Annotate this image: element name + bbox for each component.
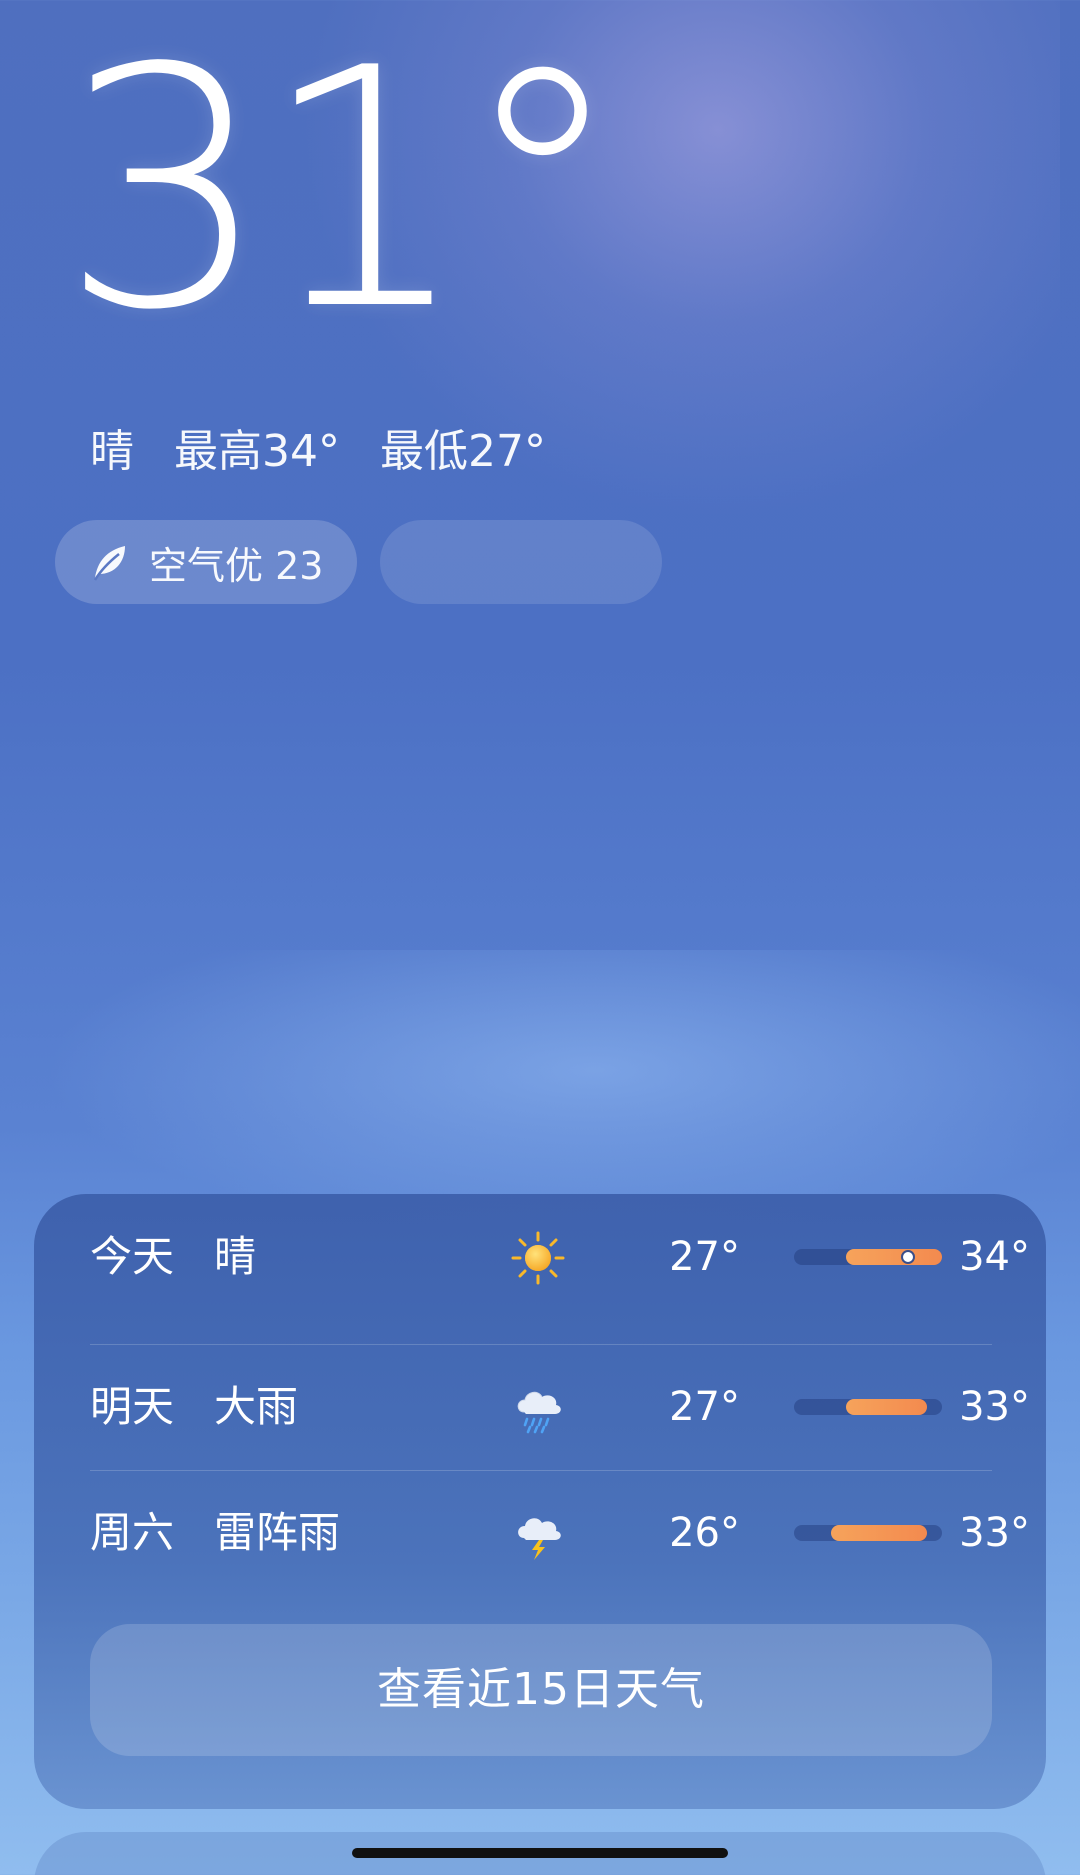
thunderstorm-icon (518, 1518, 561, 1560)
weather-summary: 晴 最高34° 最低27° (90, 422, 546, 482)
temperature-range-fill (845, 1249, 942, 1265)
forecast-high: 34° (959, 1234, 1030, 1280)
forecast-condition: 晴 (214, 1232, 257, 1281)
air-quality-chip[interactable]: 空气优 23 (55, 520, 357, 604)
forecast-high: 33° (959, 1510, 1030, 1556)
forecast-row-saturday[interactable]: 周六 雷阵雨 26° 33° (90, 1470, 1030, 1596)
temperature-range-fill (845, 1399, 928, 1415)
current-condition: 晴 (90, 426, 134, 477)
forecast-row-tomorrow[interactable]: 明天 大雨 27° 33° (90, 1344, 1030, 1470)
sun-icon (511, 1231, 565, 1285)
temperature-range-bar (794, 1249, 942, 1265)
fifteen-day-forecast-button[interactable]: 查看近15日天气 (90, 1624, 992, 1756)
forecast-day: 明天 (90, 1382, 175, 1431)
temperature-range-fill (831, 1525, 928, 1541)
temperature-range-bar (794, 1525, 942, 1541)
forecast-day: 今天 (90, 1232, 175, 1281)
home-indicator[interactable] (352, 1848, 728, 1858)
today-high: 最高34° (174, 426, 340, 477)
forecast-low: 27° (669, 1384, 740, 1430)
forecast-card: 今天 晴 27° 34° 明天 大雨 27° 33° 周六 雷阵雨 26° 33… (34, 1194, 1046, 1809)
info-chip[interactable] (380, 520, 662, 604)
forecast-condition: 大雨 (214, 1382, 299, 1431)
forecast-condition: 雷阵雨 (214, 1508, 341, 1557)
current-temperature: 31° (60, 0, 625, 382)
temperature-range-bar (794, 1399, 942, 1415)
forecast-low: 26° (669, 1510, 740, 1556)
leaf-icon (93, 546, 125, 581)
today-low: 最低27° (380, 426, 546, 477)
rain-cloud-icon (517, 1391, 561, 1434)
air-quality-label: 空气优 23 (149, 543, 324, 588)
forecast-high: 33° (959, 1384, 1030, 1430)
forecast-day: 周六 (90, 1508, 175, 1557)
forecast-row-today[interactable]: 今天 晴 27° 34° (90, 1194, 1030, 1320)
current-temperature-marker (900, 1250, 915, 1264)
forecast-low: 27° (669, 1234, 740, 1280)
